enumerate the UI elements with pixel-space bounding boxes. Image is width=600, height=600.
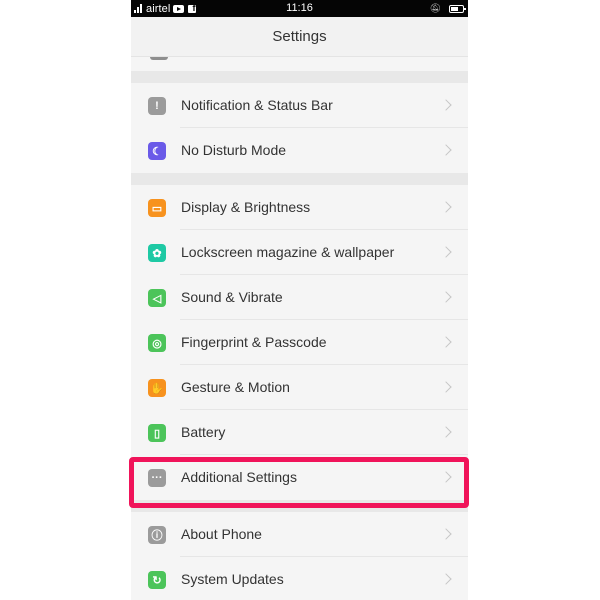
settings-item-lockscreen-magazine-and-wallpaper[interactable]: ✿ Lockscreen magazine & wallpaper [131,230,468,275]
alarm-off-icon: 🔕︎ [429,3,441,13]
settings-item-sound-and-vibrate[interactable]: ◁ Sound & Vibrate [131,275,468,320]
settings-item-label: Gesture & Motion [181,379,290,395]
settings-item-display-and-brightness[interactable]: ▭ Display & Brightness [131,185,468,230]
settings-item-battery[interactable]: ▯ Battery [131,410,468,455]
chevron-right-icon [440,336,452,348]
list-item-partial[interactable] [131,57,468,71]
settings-item-about-phone[interactable]: ⓘ About Phone [131,512,468,557]
settings-item-label: About Phone [181,526,262,542]
display-icon: ▭ [148,199,166,217]
flower-icon: ✿ [148,244,166,262]
exclamation-icon: ! [148,97,166,115]
status-right: 🔕︎ [429,3,466,14]
settings-item-label: Display & Brightness [181,199,311,215]
hand-icon: ✋ [148,379,166,397]
group-separator [131,71,468,83]
chevron-right-icon [440,144,452,156]
chevron-right-icon [440,426,452,438]
settings-item-gesture-and-motion[interactable]: ✋ Gesture & Motion [131,365,468,410]
settings-item-label: Lockscreen magazine & wallpaper [181,244,395,260]
group-separator [131,173,468,185]
clock: 11:16 [286,2,313,14]
more-icon: ··· [148,469,166,487]
settings-item-label: No Disturb Mode [181,142,287,158]
chevron-right-icon [440,528,452,540]
fingerprint-icon: ◎ [148,334,166,352]
page-title: Settings [131,17,468,57]
phone-screen: airtel 11:16 🔕︎ Settings ! Notification &… [131,0,468,600]
settings-item-label: Notification & Status Bar [181,97,333,113]
chevron-right-icon [440,99,452,111]
settings-item-fingerprint-and-passcode[interactable]: ◎ Fingerprint & Passcode [131,320,468,365]
battery-status-icon [449,4,466,13]
settings-item-label: Sound & Vibrate [181,289,283,305]
settings-item-label: Additional Settings [181,469,297,485]
status-bar: airtel 11:16 🔕︎ [131,0,468,17]
update-icon: ↻ [148,571,166,589]
chevron-right-icon [440,573,452,585]
chevron-right-icon [440,246,452,258]
battery-icon: ▯ [148,424,166,442]
group-separator [131,500,468,512]
settings-item-additional-settings[interactable]: ··· Additional Settings [131,455,468,500]
settings-list[interactable]: ! Notification & Status Bar ☾ No Disturb Mo… [131,57,468,600]
chevron-right-icon [440,471,452,483]
settings-item-label: System Updates [181,571,284,587]
chevron-right-icon [440,291,452,303]
settings-item-label: Fingerprint & Passcode [181,334,327,350]
settings-item-system-updates[interactable]: ↻ System Updates [131,557,468,600]
moon-icon: ☾ [148,142,166,160]
settings-item-no-disturb-mode[interactable]: ☾ No Disturb Mode [131,128,468,173]
chevron-right-icon [440,201,452,213]
chevron-right-icon [440,381,452,393]
partial-icon [150,57,168,60]
settings-item-label: Battery [181,424,226,440]
speaker-icon: ◁ [148,289,166,307]
settings-item-notification-and-status-bar[interactable]: ! Notification & Status Bar [131,83,468,128]
info-icon: ⓘ [148,526,166,544]
